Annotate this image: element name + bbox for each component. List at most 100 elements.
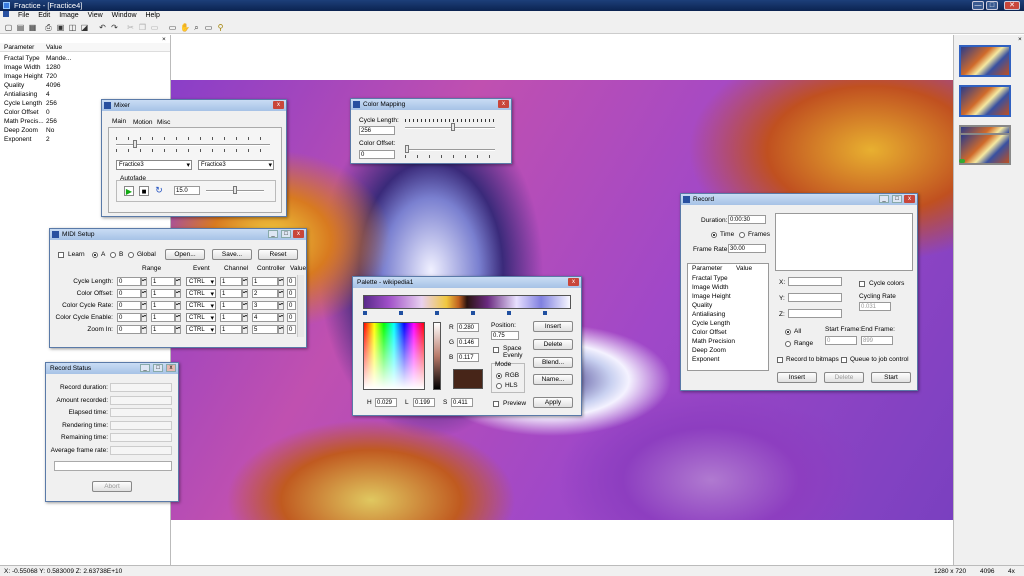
learn-checkbox[interactable] xyxy=(58,252,64,258)
midi-range-min-input[interactable]: 0 xyxy=(117,325,141,334)
stop-icon[interactable]: ■ xyxy=(139,186,149,196)
value-col-header[interactable]: Value xyxy=(46,43,62,52)
midi-spin[interactable]: ▴▾ xyxy=(175,277,181,286)
undo-icon[interactable]: ↶ xyxy=(98,23,107,32)
color-offset-input[interactable]: 0 xyxy=(359,150,395,159)
midi-spin[interactable]: ▴▾ xyxy=(278,325,284,334)
midi-spin[interactable]: ▴▾ xyxy=(278,313,284,322)
rgb-radio[interactable] xyxy=(496,373,502,379)
space-evenly-checkbox[interactable] xyxy=(493,347,499,353)
end-frame-input[interactable]: 899 xyxy=(861,336,893,345)
menu-file[interactable]: File xyxy=(18,12,29,19)
hand-icon[interactable]: ✋ xyxy=(180,23,190,32)
mixer-crossfade-slider[interactable] xyxy=(116,144,270,146)
paste-icon[interactable]: ▭ xyxy=(150,23,159,32)
midi-spin[interactable]: ▴▾ xyxy=(175,325,181,334)
record-bitmaps-checkbox[interactable] xyxy=(777,357,783,363)
midi-spin[interactable]: ▴▾ xyxy=(141,277,147,286)
midi-spin[interactable]: ▴▾ xyxy=(141,301,147,310)
record-maximize-button[interactable]: □ xyxy=(892,195,902,203)
redo-icon[interactable]: ↷ xyxy=(110,23,119,32)
palette-name-button[interactable]: Name... xyxy=(533,374,573,385)
close-button[interactable]: ✕ xyxy=(1004,1,1020,10)
record-param-item[interactable]: Cycle Length xyxy=(692,319,730,328)
print-icon[interactable]: ⎙ xyxy=(44,23,53,32)
midi-value-input[interactable]: 0 xyxy=(287,301,296,310)
record-param-item[interactable]: Image Width xyxy=(692,283,729,292)
color-picker-field[interactable] xyxy=(363,322,425,390)
mixer-source-b-select[interactable]: Fractice3 xyxy=(198,160,274,170)
copy-icon[interactable]: ❐ xyxy=(138,23,147,32)
hue-input[interactable]: 0.029 xyxy=(375,398,397,407)
thumbnail[interactable] xyxy=(959,85,1011,117)
midi-value-input[interactable]: 0 xyxy=(287,277,296,286)
midi-b-radio[interactable] xyxy=(110,252,116,258)
mixer-tab-misc[interactable]: Misc xyxy=(157,118,170,127)
record-keyframe-list[interactable] xyxy=(775,213,913,271)
record-param-col[interactable]: Parameter xyxy=(692,264,722,273)
sat-input[interactable]: 0.411 xyxy=(451,398,473,407)
rs-minimize-button[interactable]: _ xyxy=(140,364,150,372)
midi-spin[interactable]: ▴▾ xyxy=(141,313,147,322)
abort-button[interactable]: Abort xyxy=(92,481,132,492)
frame-rate-input[interactable]: 30.00 xyxy=(728,244,766,253)
palette-close-button[interactable]: x xyxy=(568,278,579,286)
midi-spin[interactable]: ▴▾ xyxy=(278,301,284,310)
autofade-knob[interactable] xyxy=(233,186,237,194)
parameter-col-header[interactable]: Parameter xyxy=(4,43,34,52)
midi-range-max-input[interactable]: 1 xyxy=(151,289,175,298)
midi-value-input[interactable]: 0 xyxy=(287,289,296,298)
position-input[interactable]: 0.75 xyxy=(491,331,519,340)
mixer-close-button[interactable]: x xyxy=(273,101,284,109)
midi-spin[interactable]: ▴▾ xyxy=(242,313,248,322)
loop-icon[interactable]: ↻ xyxy=(154,186,164,196)
midi-minimize-button[interactable]: _ xyxy=(268,230,278,238)
midi-spin[interactable]: ▴▾ xyxy=(141,325,147,334)
mixer-source-a-select[interactable]: Fractice3 xyxy=(116,160,192,170)
open-icon[interactable]: ▤ xyxy=(16,23,25,32)
menu-view[interactable]: View xyxy=(88,12,103,19)
lum-input[interactable]: 0.199 xyxy=(413,398,435,407)
midi-range-max-input[interactable]: 1 xyxy=(151,325,175,334)
midi-spin[interactable]: ▴▾ xyxy=(175,289,181,298)
all-radio[interactable] xyxy=(785,329,791,335)
record-param-item[interactable]: Color Offset xyxy=(692,328,727,337)
midi-event-select[interactable]: CTRL xyxy=(186,313,216,323)
midi-spin[interactable]: ▴▾ xyxy=(242,277,248,286)
midi-event-select[interactable]: CTRL xyxy=(186,277,216,287)
midi-value-input[interactable]: 0 xyxy=(287,325,296,334)
record-delete-button[interactable]: Delete xyxy=(824,372,864,383)
color-offset-slider[interactable] xyxy=(405,149,495,151)
palette-delete-button[interactable]: Delete xyxy=(533,339,573,350)
midi-open-button[interactable]: Open... xyxy=(165,249,205,260)
thumbnail[interactable] xyxy=(959,45,1011,77)
range-radio[interactable] xyxy=(785,341,791,347)
record-param-item[interactable]: Antialiasing xyxy=(692,310,725,319)
save-icon[interactable]: ▦ xyxy=(28,23,37,32)
play-icon[interactable]: ▶ xyxy=(124,186,134,196)
record-insert-button[interactable]: Insert xyxy=(777,372,817,383)
midi-range-max-input[interactable]: 1 xyxy=(151,277,175,286)
palette-apply-button[interactable]: Apply xyxy=(533,397,573,408)
midi-event-select[interactable]: CTRL xyxy=(186,289,216,299)
midi-controller-input[interactable]: 2 xyxy=(252,289,278,298)
midi-scrollbar[interactable] xyxy=(297,275,304,337)
midi-controller-input[interactable]: 3 xyxy=(252,301,278,310)
time-radio[interactable] xyxy=(711,232,717,238)
midi-event-select[interactable]: CTRL xyxy=(186,301,216,311)
menu-help[interactable]: Help xyxy=(145,12,159,19)
color-offset-knob[interactable] xyxy=(405,145,409,153)
z-input[interactable] xyxy=(788,309,842,318)
midi-a-radio[interactable] xyxy=(92,252,98,258)
maximize-button[interactable]: □ xyxy=(986,1,998,10)
midi-spin[interactable]: ▴▾ xyxy=(278,277,284,286)
select-icon[interactable]: ▭ xyxy=(168,23,177,32)
cycle-length-input[interactable]: 256 xyxy=(359,126,395,135)
midi-spin[interactable]: ▴▾ xyxy=(242,325,248,334)
midi-channel-input[interactable]: 1 xyxy=(220,289,242,298)
midi-range-min-input[interactable]: 0 xyxy=(117,289,141,298)
midi-maximize-button[interactable]: □ xyxy=(281,230,291,238)
midi-spin[interactable]: ▴▾ xyxy=(141,289,147,298)
midi-channel-input[interactable]: 1 xyxy=(220,277,242,286)
record-param-item[interactable]: Image Height xyxy=(692,292,731,301)
